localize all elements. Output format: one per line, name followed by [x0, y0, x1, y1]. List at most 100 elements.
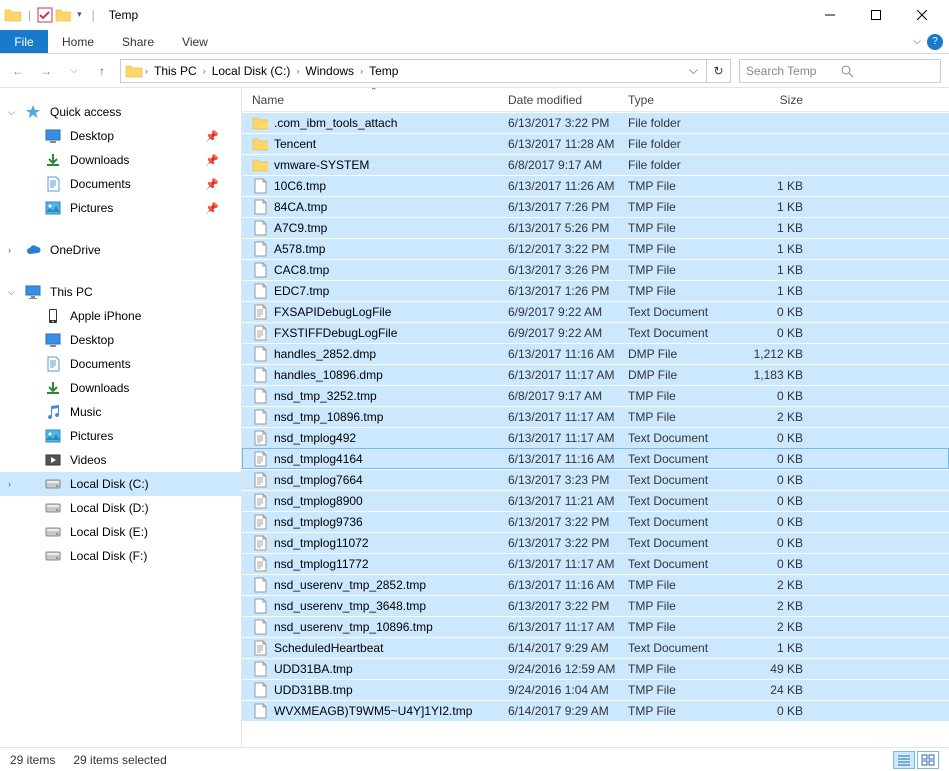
sidebar-item[interactable]: Pictures — [0, 424, 241, 448]
sidebar-item[interactable]: Local Disk (D:) — [0, 496, 241, 520]
file-icon — [252, 346, 268, 362]
file-row[interactable]: FXSAPIDebugLogFile 6/9/2017 9:22 AM Text… — [242, 301, 949, 322]
file-row[interactable]: A7C9.tmp 6/13/2017 5:26 PM TMP File 1 KB — [242, 217, 949, 238]
qat-folder-icon[interactable] — [55, 7, 71, 23]
file-size: 1 KB — [741, 200, 813, 214]
column-size[interactable]: Size — [741, 93, 813, 107]
file-row[interactable]: CAC8.tmp 6/13/2017 3:26 PM TMP File 1 KB — [242, 259, 949, 280]
file-icon — [252, 661, 268, 677]
file-icon — [252, 388, 268, 404]
sidebar-item[interactable]: Local Disk (E:) — [0, 520, 241, 544]
chevron-right-icon[interactable]: › — [8, 479, 11, 489]
file-row[interactable]: nsd_tmplog492 6/13/2017 11:17 AM Text Do… — [242, 427, 949, 448]
ribbon-expand-icon[interactable]: ⌵ — [913, 36, 921, 47]
chevron-down-icon[interactable]: ⌵ — [8, 287, 15, 298]
file-row[interactable]: UDD31BB.tmp 9/24/2016 1:04 AM TMP File 2… — [242, 679, 949, 700]
breadcrumb-this-pc[interactable]: This PC — [150, 64, 201, 78]
file-row[interactable]: nsd_userenv_tmp_2852.tmp 6/13/2017 11:16… — [242, 574, 949, 595]
file-row[interactable]: FXSTIFFDebugLogFile 6/9/2017 9:22 AM Tex… — [242, 322, 949, 343]
file-row[interactable]: nsd_tmplog11772 6/13/2017 11:17 AM Text … — [242, 553, 949, 574]
sidebar-item[interactable]: Downloads — [0, 376, 241, 400]
sidebar-item[interactable]: Videos — [0, 448, 241, 472]
file-type: DMP File — [618, 347, 741, 361]
file-row[interactable]: nsd_tmplog11072 6/13/2017 3:22 PM Text D… — [242, 532, 949, 553]
sidebar-item-label: Pictures — [70, 429, 113, 443]
file-row[interactable]: handles_2852.dmp 6/13/2017 11:16 AM DMP … — [242, 343, 949, 364]
large-icons-view-button[interactable] — [917, 751, 939, 769]
chevron-right-icon[interactable]: › — [8, 245, 11, 255]
file-row[interactable]: nsd_tmplog4164 6/13/2017 11:16 AM Text D… — [242, 448, 949, 469]
file-row[interactable]: handles_10896.dmp 6/13/2017 11:17 AM DMP… — [242, 364, 949, 385]
chevron-right-icon[interactable]: › — [360, 66, 363, 76]
recent-dropdown-icon[interactable]: ⌵ — [64, 61, 84, 81]
file-row[interactable]: .com_ibm_tools_attach 6/13/2017 3:22 PM … — [242, 112, 949, 133]
tab-share[interactable]: Share — [108, 30, 168, 53]
file-row[interactable]: nsd_tmp_10896.tmp 6/13/2017 11:17 AM TMP… — [242, 406, 949, 427]
sidebar-item[interactable]: Downloads 📌 — [0, 148, 241, 172]
sidebar-item[interactable]: Music — [0, 400, 241, 424]
details-view-button[interactable] — [893, 751, 915, 769]
file-row[interactable]: A578.tmp 6/12/2017 3:22 PM TMP File 1 KB — [242, 238, 949, 259]
file-row[interactable]: nsd_tmplog9736 6/13/2017 3:22 PM Text Do… — [242, 511, 949, 532]
sidebar-item[interactable]: › Local Disk (C:) — [0, 472, 241, 496]
sidebar-item-label: Local Disk (D:) — [70, 501, 149, 515]
file-row[interactable]: 84CA.tmp 6/13/2017 7:26 PM TMP File 1 KB — [242, 196, 949, 217]
sidebar-item[interactable]: Documents 📌 — [0, 172, 241, 196]
file-row[interactable]: WVXMEAGB)T9WM5~U4Y]1YI2.tmp 6/14/2017 9:… — [242, 700, 949, 721]
refresh-button[interactable]: ↻ — [707, 59, 731, 83]
file-name: nsd_tmplog4164 — [274, 452, 363, 466]
sidebar-item[interactable]: Apple iPhone — [0, 304, 241, 328]
address-dropdown-icon[interactable]: ⌵ — [685, 63, 702, 78]
help-button[interactable]: ? — [927, 34, 943, 50]
tab-view[interactable]: View — [168, 30, 222, 53]
file-row[interactable]: nsd_tmplog8900 6/13/2017 11:21 AM Text D… — [242, 490, 949, 511]
file-row[interactable]: vmware-SYSTEM 6/8/2017 9:17 AM File fold… — [242, 154, 949, 175]
close-button[interactable] — [899, 0, 945, 30]
address-bar[interactable]: › This PC › Local Disk (C:) › Windows › … — [120, 59, 707, 83]
tab-home[interactable]: Home — [48, 30, 108, 53]
column-date[interactable]: Date modified — [498, 93, 618, 107]
minimize-button[interactable] — [807, 0, 853, 30]
breadcrumb-windows[interactable]: Windows — [301, 64, 358, 78]
chevron-down-icon[interactable]: ⌵ — [8, 107, 15, 118]
file-size: 1 KB — [741, 179, 813, 193]
up-button[interactable]: ↑ — [92, 61, 112, 81]
sidebar-item[interactable]: Pictures 📌 — [0, 196, 241, 220]
file-row[interactable]: Tencent 6/13/2017 11:28 AM File folder — [242, 133, 949, 154]
breadcrumb-temp[interactable]: Temp — [365, 64, 402, 78]
file-type: TMP File — [618, 599, 741, 613]
file-row[interactable]: nsd_tmp_3252.tmp 6/8/2017 9:17 AM TMP Fi… — [242, 385, 949, 406]
file-tab[interactable]: File — [0, 30, 48, 53]
chevron-right-icon[interactable]: › — [296, 66, 299, 76]
file-row[interactable]: ScheduledHeartbeat 6/14/2017 9:29 AM Tex… — [242, 637, 949, 658]
text-icon — [252, 472, 268, 488]
search-box[interactable]: Search Temp — [739, 59, 941, 83]
sidebar-onedrive[interactable]: › OneDrive — [0, 238, 241, 262]
file-row[interactable]: nsd_userenv_tmp_10896.tmp 6/13/2017 11:1… — [242, 616, 949, 637]
sidebar-item[interactable]: Desktop — [0, 328, 241, 352]
file-row[interactable]: EDC7.tmp 6/13/2017 1:26 PM TMP File 1 KB — [242, 280, 949, 301]
column-type[interactable]: Type — [618, 93, 741, 107]
sidebar-item[interactable]: Local Disk (F:) — [0, 544, 241, 568]
forward-button[interactable]: → — [36, 61, 56, 81]
file-name: nsd_userenv_tmp_2852.tmp — [274, 578, 426, 592]
file-size: 1 KB — [741, 221, 813, 235]
file-row[interactable]: nsd_tmplog7664 6/13/2017 3:23 PM Text Do… — [242, 469, 949, 490]
file-row[interactable]: 10C6.tmp 6/13/2017 11:26 AM TMP File 1 K… — [242, 175, 949, 196]
chevron-right-icon[interactable]: › — [203, 66, 206, 76]
maximize-button[interactable] — [853, 0, 899, 30]
file-icon — [252, 703, 268, 719]
file-list[interactable]: ⌃ Name Date modified Type Size .com_ibm_… — [242, 88, 949, 747]
sidebar-quick-access[interactable]: ⌵ Quick access — [0, 100, 241, 124]
sidebar-item[interactable]: Desktop 📌 — [0, 124, 241, 148]
sidebar-item[interactable]: Documents — [0, 352, 241, 376]
sidebar-this-pc[interactable]: ⌵ This PC — [0, 280, 241, 304]
chevron-right-icon[interactable]: › — [145, 66, 148, 76]
qat-dropdown-icon[interactable]: ▾ — [77, 9, 82, 20]
sidebar-item-label: Local Disk (F:) — [70, 549, 147, 563]
file-row[interactable]: UDD31BA.tmp 9/24/2016 12:59 AM TMP File … — [242, 658, 949, 679]
back-button[interactable]: ← — [8, 61, 28, 81]
breadcrumb-drive[interactable]: Local Disk (C:) — [208, 64, 295, 78]
qat-properties-icon[interactable] — [37, 7, 53, 23]
file-row[interactable]: nsd_userenv_tmp_3648.tmp 6/13/2017 3:22 … — [242, 595, 949, 616]
